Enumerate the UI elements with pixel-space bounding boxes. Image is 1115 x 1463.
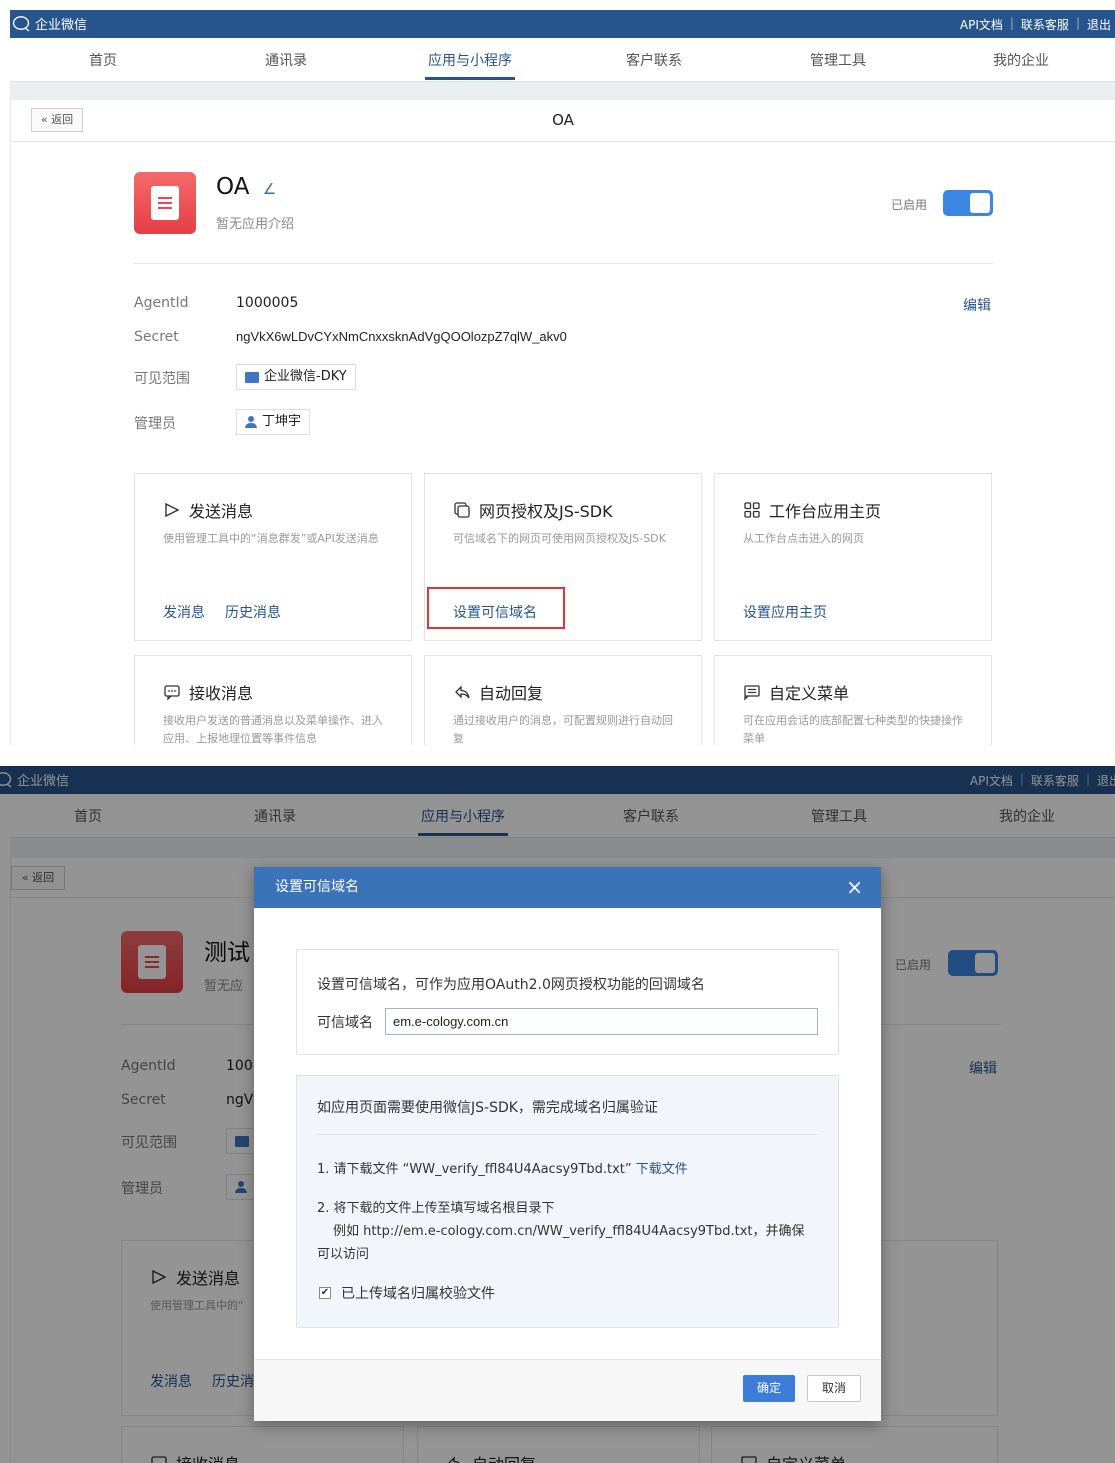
chat-icon	[164, 685, 180, 701]
history-message-link[interactable]: 历史消息	[225, 602, 281, 622]
grid-icon	[744, 502, 760, 518]
card-desc: 通过接收用户的消息，可配置规则进行自动回复	[453, 714, 673, 745]
card-auto-reply: 自动回复 通过接收用户的消息，可配置规则进行自动回复	[424, 655, 702, 745]
card-title: 自定义菜单	[743, 680, 849, 704]
send-icon	[165, 502, 180, 518]
domain-intro: 设置可信域名，可作为应用OAuth2.0网页授权功能的回调域名	[317, 977, 705, 993]
checkbox-label: 已上传域名归属校验文件	[341, 1286, 495, 1302]
divider	[133, 263, 993, 264]
step-1: 1. 请下载文件 “WW_verify_ffl84U4Aacsy9Tbd.txt…	[317, 1158, 688, 1177]
brand-name: 企业微信	[35, 18, 88, 33]
step-2-tail: 可以访问	[317, 1247, 370, 1262]
card-title-text: 接收消息	[189, 684, 254, 703]
edit-link[interactable]: 编辑	[963, 295, 991, 315]
api-docs-link[interactable]: API文档	[960, 16, 1003, 33]
nav-spacer	[10, 82, 1115, 100]
dialog-title: 设置可信域名	[275, 879, 359, 895]
card-send-message: 发送消息 使用管理工具中的“消息群发”或API发送消息 发消息 历史消息	[134, 473, 412, 641]
agentid-label: AgentId	[134, 295, 189, 311]
reply-icon	[455, 685, 470, 699]
screenshot-separator	[0, 745, 1115, 766]
card-desc: 从工作台点击进入的网页	[743, 532, 864, 545]
app-icon	[134, 172, 196, 234]
card-title: 网页授权及JS-SDK	[453, 498, 613, 522]
nav-apps[interactable]: 应用与小程序	[410, 50, 530, 70]
brand-logo[interactable]: 企业微信	[12, 14, 87, 33]
domain-panel: 设置可信域名，可作为应用OAuth2.0网页授权功能的回调域名 可信域名 em.…	[296, 949, 839, 1055]
dialog-footer: 确定 取消	[254, 1359, 881, 1421]
top-bar: 企业微信 API文档 | 联系客服 | 退出	[10, 10, 1115, 38]
card-title: 自动回复	[453, 680, 543, 704]
edit-name-icon[interactable]: ∠	[263, 180, 276, 198]
domain-label: 可信域名	[317, 1015, 373, 1031]
verify-title: 如应用页面需要使用微信JS-SDK，需完成域名归属验证	[317, 1100, 658, 1116]
step-1-text: 1. 请下载文件 “WW_verify_ffl84U4Aacsy9Tbd.txt…	[317, 1162, 632, 1177]
menu-icon	[744, 685, 760, 701]
card-desc: 使用管理工具中的“消息群发”或API发送消息	[163, 532, 379, 545]
agentid-value: 1000005	[236, 295, 299, 311]
verify-panel: 如应用页面需要使用微信JS-SDK，需完成域名归属验证 1. 请下载文件 “WW…	[296, 1075, 839, 1328]
top-links: API文档 | 联系客服 | 退出	[959, 16, 1111, 33]
screenshot-trusted-domain-dialog: 企业微信 API文档 | 联系客服 | 退出 首页 通讯录 应用与小程序 客户联系 …	[0, 766, 1115, 1463]
nav-tools[interactable]: 管理工具	[778, 50, 898, 70]
page-title: OA	[552, 111, 574, 129]
admin-value: 丁坤宇	[262, 414, 302, 429]
card-workbench: 工作台应用主页 从工作台点击进入的网页 设置应用主页	[714, 473, 992, 641]
contact-support-link[interactable]: 联系客服	[1021, 16, 1069, 33]
visible-range-chip[interactable]: 企业微信-DKY	[236, 364, 356, 390]
main-nav: 首页 通讯录 应用与小程序 客户联系 管理工具 我的企业	[10, 38, 1115, 82]
app-intro: 暂无应用介绍	[216, 217, 295, 232]
card-title: 发送消息	[163, 498, 253, 522]
card-title-text: 自定义菜单	[769, 684, 850, 703]
admin-chip[interactable]: 丁坤宇	[236, 409, 311, 435]
set-homepage-link[interactable]: 设置应用主页	[743, 602, 827, 622]
visible-range-value: 企业微信-DKY	[264, 369, 347, 384]
wecom-logo-icon	[12, 15, 30, 32]
sub-header: « 返回 OA	[11, 100, 1115, 142]
card-receive-message: 接收消息 接收用户发送的普通消息以及菜单操作、进入应用、上报地理位置等事件信息	[134, 655, 412, 745]
nav-customer[interactable]: 客户联系	[594, 50, 714, 70]
card-title-text: 工作台应用主页	[769, 502, 882, 521]
user-icon	[245, 416, 257, 428]
verified-checkbox[interactable]: ✔	[319, 1287, 331, 1299]
card-desc: 接收用户发送的普通消息以及菜单操作、进入应用、上报地理位置等事件信息	[163, 714, 383, 745]
card-title-text: 网页授权及JS-SDK	[479, 502, 613, 521]
screenshot-app-detail: 企业微信 API文档 | 联系客服 | 退出 首页 通讯录 应用与小程序 客户联系 …	[0, 0, 1115, 745]
close-icon[interactable]: ×	[846, 867, 863, 908]
step-2-example: 例如 http://em.e-cology.com.cn/WW_verify_f…	[333, 1224, 805, 1239]
dialog-header: 设置可信域名 ×	[254, 867, 881, 908]
domain-input[interactable]: em.e-cology.com.cn	[385, 1008, 818, 1035]
nav-active-indicator	[425, 77, 515, 80]
app-detail-content: « 返回 OA OA ∠ 暂无应用介绍 已启用 AgentId 1000005 …	[10, 100, 1115, 745]
visible-range-label: 可见范围	[134, 371, 190, 387]
nav-my-enterprise[interactable]: 我的企业	[961, 50, 1081, 70]
card-desc: 可在应用会话的底部配置七种类型的快捷操作菜单	[743, 714, 963, 745]
card-title-text: 自动回复	[479, 684, 544, 703]
document-icon	[151, 186, 179, 220]
cancel-button[interactable]: 取消	[807, 1375, 861, 1402]
logout-link[interactable]: 退出	[1087, 16, 1111, 33]
enable-toggle[interactable]	[943, 190, 993, 216]
app-name: OA ∠	[216, 174, 277, 200]
secret-label: Secret	[134, 329, 179, 345]
secret-value: ngVkX6wLDvCYxNmCnxxsknAdVgQOOlozpZ7qlW_a…	[236, 329, 567, 344]
card-title-text: 发送消息	[189, 502, 254, 521]
nav-contacts[interactable]: 通讯录	[226, 50, 346, 70]
card-title: 接收消息	[163, 680, 253, 704]
verify-divider	[317, 1134, 818, 1135]
trusted-domain-dialog: 设置可信域名 × 设置可信域名，可作为应用OAuth2.0网页授权功能的回调域名…	[254, 867, 881, 1421]
folder-icon	[245, 371, 259, 383]
nav-home[interactable]: 首页	[43, 50, 163, 70]
highlight-box	[427, 587, 565, 629]
card-desc: 可信域名下的网页可使用网页授权及JS-SDK	[453, 532, 666, 545]
step-2: 2. 将下载的文件上传至填写域名根目录下	[317, 1201, 555, 1216]
admin-label: 管理员	[134, 416, 176, 432]
webpage-auth-icon	[454, 502, 470, 518]
confirm-button[interactable]: 确定	[743, 1375, 795, 1402]
download-file-link[interactable]: 下载文件	[636, 1162, 688, 1177]
card-title: 工作台应用主页	[743, 498, 881, 522]
send-message-link[interactable]: 发消息	[163, 602, 205, 622]
enabled-label: 已启用	[891, 198, 928, 212]
card-custom-menu: 自定义菜单 可在应用会话的底部配置七种类型的快捷操作菜单	[714, 655, 992, 745]
